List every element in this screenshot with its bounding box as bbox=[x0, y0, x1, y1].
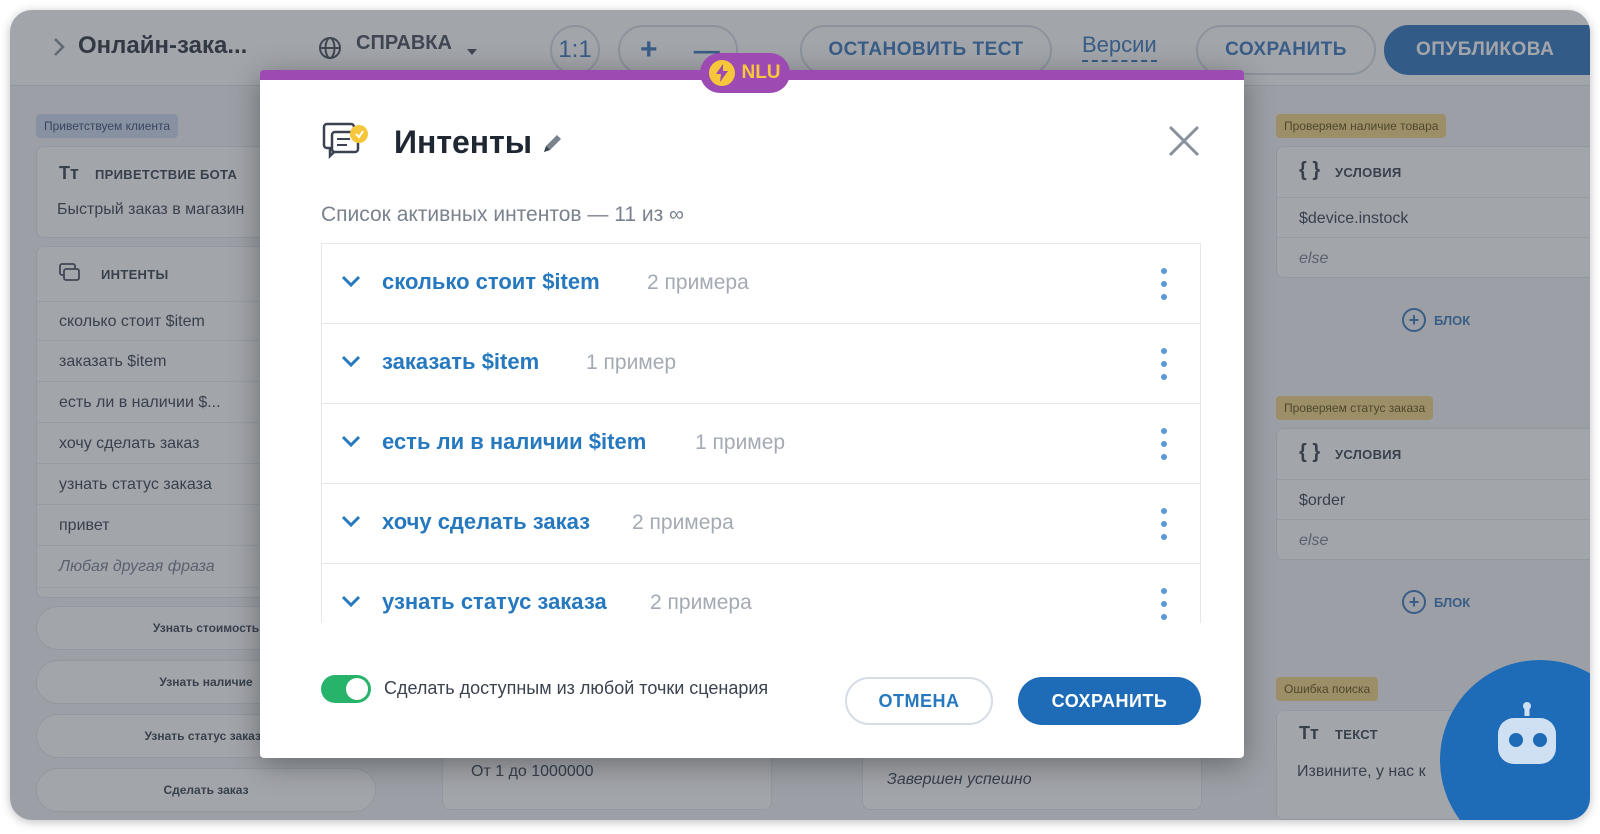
intent-examples-count: 2 примера bbox=[650, 591, 752, 614]
toggle-knob bbox=[346, 678, 368, 700]
nlu-label: NLU bbox=[741, 62, 781, 83]
intent-examples-count: 1 пример bbox=[695, 431, 786, 454]
editor-background: Онлайн-зака... СПРАВКА 1:1 + — ОСТАНОВИТ… bbox=[10, 10, 1590, 820]
more-vertical-icon[interactable] bbox=[1158, 588, 1170, 620]
intent-name[interactable]: сколько стоит $item bbox=[382, 269, 600, 295]
nlu-badge: NLU bbox=[700, 53, 790, 93]
save-button[interactable]: СОХРАНИТЬ bbox=[1018, 677, 1201, 725]
chevron-down-icon[interactable] bbox=[340, 590, 362, 617]
intent-item[interactable]: узнать статус заказа 2 примера bbox=[322, 564, 1200, 623]
intents-chat-icon bbox=[322, 122, 370, 169]
intent-item[interactable]: заказать $item 1 пример bbox=[322, 324, 1200, 404]
robot-icon bbox=[1492, 702, 1562, 787]
chevron-down-icon[interactable] bbox=[340, 270, 362, 297]
cancel-button[interactable]: ОТМЕНА bbox=[845, 677, 993, 725]
app-window: Онлайн-зака... СПРАВКА 1:1 + — ОСТАНОВИТ… bbox=[10, 10, 1590, 820]
active-intents-summary: Список активных интентов — 11 из ∞ bbox=[321, 203, 685, 226]
more-vertical-icon[interactable] bbox=[1158, 508, 1170, 540]
chevron-down-icon[interactable] bbox=[340, 430, 362, 457]
intent-examples-count: 2 примера bbox=[632, 511, 734, 534]
more-vertical-icon[interactable] bbox=[1158, 268, 1170, 300]
intent-name[interactable]: есть ли в наличии $item bbox=[382, 429, 646, 455]
chevron-down-icon[interactable] bbox=[340, 510, 362, 537]
modal-title: Интенты bbox=[394, 124, 533, 160]
intent-name[interactable]: заказать $item bbox=[382, 349, 539, 375]
more-vertical-icon[interactable] bbox=[1158, 348, 1170, 380]
global-availability-toggle[interactable] bbox=[321, 675, 371, 703]
intent-item[interactable]: есть ли в наличии $item 1 пример bbox=[322, 404, 1200, 484]
intent-examples-count: 2 примера bbox=[647, 271, 749, 294]
edit-pencil-icon[interactable] bbox=[540, 132, 564, 161]
intent-item[interactable]: сколько стоит $item 2 примера bbox=[322, 244, 1200, 324]
lightning-icon bbox=[709, 60, 736, 86]
more-vertical-icon[interactable] bbox=[1158, 428, 1170, 460]
global-availability-label: Сделать доступным из любой точки сценари… bbox=[384, 678, 769, 698]
close-icon[interactable] bbox=[1168, 125, 1200, 157]
intent-name[interactable]: хочу сделать заказ bbox=[382, 509, 590, 535]
chevron-down-icon[interactable] bbox=[340, 350, 362, 377]
intents-list: сколько стоит $item 2 примера заказать $… bbox=[321, 243, 1201, 623]
intent-examples-count: 1 пример bbox=[586, 351, 677, 374]
intent-name[interactable]: узнать статус заказа bbox=[382, 589, 607, 615]
intents-modal: Интенты Список активных интентов — 11 из… bbox=[260, 70, 1244, 758]
intent-item[interactable]: хочу сделать заказ 2 примера bbox=[322, 484, 1200, 564]
